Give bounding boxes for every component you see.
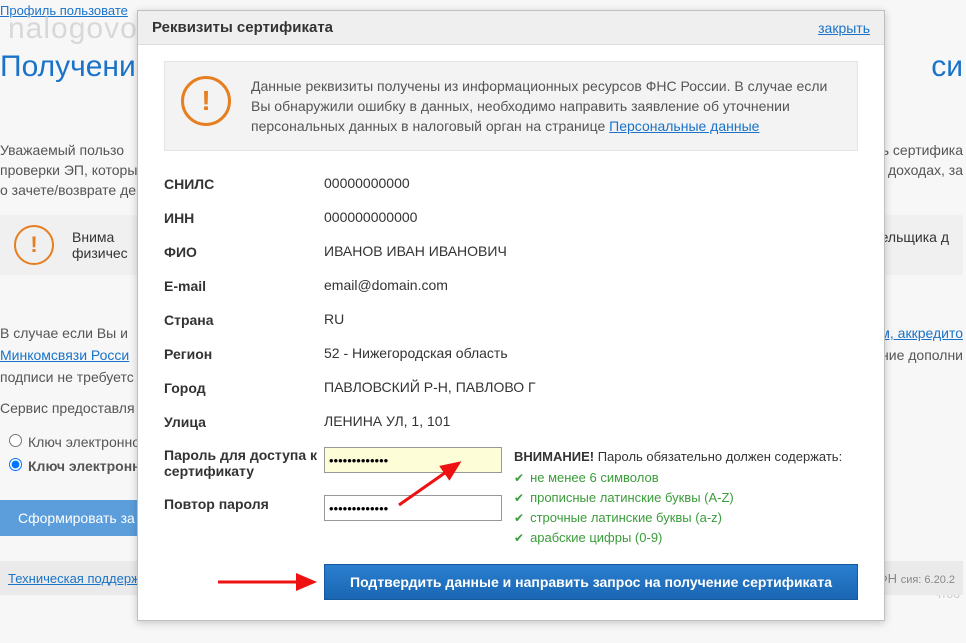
field-street: Улица ЛЕНИНА УЛ, 1, 101 — [164, 413, 858, 431]
radio-group: Ключ электронно Ключ электронн — [4, 430, 141, 478]
minkom-link[interactable]: Минкомсвязи Росси — [0, 344, 129, 366]
generate-button[interactable]: Сформировать за — [0, 500, 153, 536]
warning-icon: ! — [181, 76, 231, 126]
rule-item: арабские цифры (0-9) — [514, 528, 858, 548]
notice-text: Данные реквизиты получены из информацион… — [251, 76, 841, 136]
rule-item: не менее 6 символов — [514, 468, 858, 488]
close-link[interactable]: закрыть — [818, 20, 870, 36]
personal-data-link[interactable]: Персональные данные — [609, 118, 759, 134]
password-rules: ВНИМАНИЕ! Пароль обязательно должен соде… — [514, 447, 858, 548]
submit-button[interactable]: Подтвердить данные и направить запрос на… — [324, 564, 858, 600]
modal-title: Реквизиты сертификата — [152, 19, 333, 36]
certificate-modal: Реквизиты сертификата закрыть ! Данные р… — [137, 10, 885, 621]
field-snils: СНИЛС 00000000000 — [164, 175, 858, 193]
tech-support-link[interactable]: Техническая поддержка — [8, 571, 153, 586]
radio-option-1[interactable]: Ключ электронно — [4, 430, 141, 454]
arrow-annotation-icon — [389, 455, 479, 515]
field-country: Страна RU — [164, 311, 858, 329]
page-title-right: си — [931, 50, 963, 84]
radio-option-2[interactable]: Ключ электронн — [4, 454, 141, 478]
page-title-left: Получени — [0, 50, 136, 84]
rule-item: строчные латинские буквы (a-z) — [514, 508, 858, 528]
notice-box: ! Данные реквизиты получены из информаци… — [164, 61, 858, 151]
field-inn: ИНН 000000000000 — [164, 209, 858, 227]
rule-item: прописные латинские буквы (A-Z) — [514, 488, 858, 508]
field-email: E-mail email@domain.com — [164, 277, 858, 295]
field-fio: ФИО ИВАНОВ ИВАН ИВАНОВИЧ — [164, 243, 858, 261]
accredito-link[interactable]: м, аккредито — [880, 322, 963, 344]
service-text: Сервис предоставля — [0, 400, 135, 416]
modal-header: Реквизиты сертификата закрыть — [138, 11, 884, 45]
background-page: Профиль пользовате nalogovoy.net Получен… — [0, 0, 966, 643]
field-city: Город ПАВЛОВСКИЙ Р-Н, ПАВЛОВО Г — [164, 379, 858, 397]
arrow-annotation-icon — [214, 570, 324, 594]
field-region: Регион 52 - Нижегородская область — [164, 345, 858, 363]
warning-icon: ! — [14, 225, 54, 265]
